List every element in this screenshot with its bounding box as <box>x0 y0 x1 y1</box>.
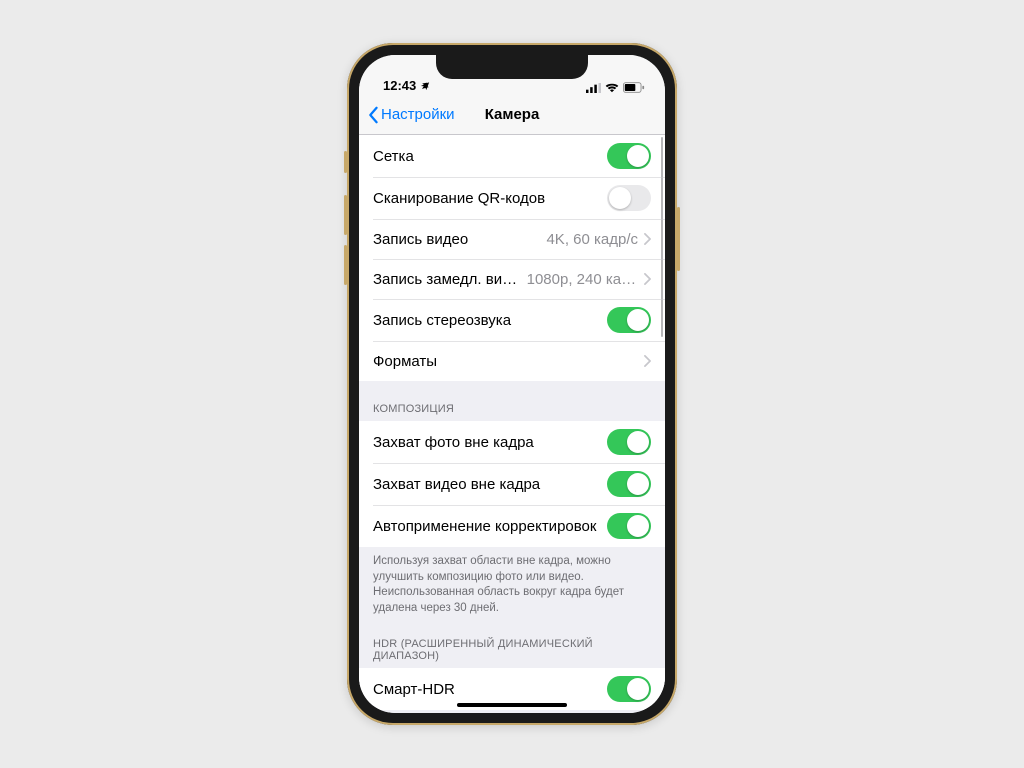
section-header-hdr: HDR (РАСШИРЕННЫЙ ДИНАМИЧЕСКИЙ ДИАПАЗОН) <box>359 620 665 668</box>
section-footer-composition: Используя захват области вне кадра, можн… <box>359 547 665 620</box>
back-button[interactable]: Настройки <box>367 106 455 124</box>
chevron-right-icon <box>644 233 651 245</box>
settings-group-composition: Захват фото вне кадра Захват видео вне к… <box>359 421 665 547</box>
toggle-qr[interactable] <box>607 185 651 211</box>
row-label: Сетка <box>373 148 607 165</box>
back-label: Настройки <box>381 106 455 123</box>
row-formats[interactable]: Форматы <box>359 341 665 381</box>
settings-group-main: Сетка Сканирование QR-кодов Запись видео… <box>359 135 665 381</box>
phone-frame: 12:43 Настройки Камера Сетка <box>347 43 677 725</box>
row-label: Захват видео вне кадра <box>373 476 607 493</box>
row-detail: 1080p, 240 кад… <box>527 271 638 288</box>
row-label: Форматы <box>373 353 638 370</box>
content[interactable]: Сетка Сканирование QR-кодов Запись видео… <box>359 135 665 713</box>
screen: 12:43 Настройки Камера Сетка <box>359 55 665 713</box>
home-indicator[interactable] <box>457 703 567 707</box>
row-capture-video-outside[interactable]: Захват видео вне кадра <box>359 463 665 505</box>
chevron-right-icon <box>644 355 651 367</box>
row-capture-photo-outside[interactable]: Захват фото вне кадра <box>359 421 665 463</box>
volume-down-button <box>344 245 347 285</box>
section-footer-hdr: Смарт-HDR смешивает лучшие фрагменты тре… <box>359 710 665 713</box>
row-detail: 4K, 60 кадр/с <box>546 231 638 248</box>
row-slomo-video[interactable]: Запись замедл. видео 1080p, 240 кад… <box>359 259 665 299</box>
row-grid[interactable]: Сетка <box>359 135 665 177</box>
cellular-icon <box>586 83 601 93</box>
status-time: 12:43 <box>383 78 416 93</box>
power-button <box>677 207 680 271</box>
battery-icon <box>623 82 645 93</box>
row-label: Запись стереозвука <box>373 312 607 329</box>
row-label: Сканирование QR-кодов <box>373 190 607 207</box>
toggle-photo-outside[interactable] <box>607 429 651 455</box>
wifi-icon <box>605 83 619 93</box>
nav-bar: Настройки Камера <box>359 95 665 135</box>
chevron-right-icon <box>644 273 651 285</box>
toggle-video-outside[interactable] <box>607 471 651 497</box>
row-auto-apply[interactable]: Автоприменение корректировок <box>359 505 665 547</box>
notch <box>436 55 588 79</box>
toggle-auto-apply[interactable] <box>607 513 651 539</box>
row-stereo[interactable]: Запись стереозвука <box>359 299 665 341</box>
toggle-grid[interactable] <box>607 143 651 169</box>
toggle-smart-hdr[interactable] <box>607 676 651 702</box>
row-label: Захват фото вне кадра <box>373 434 607 451</box>
row-label: Запись замедл. видео <box>373 271 519 288</box>
chevron-left-icon <box>367 106 379 124</box>
location-icon <box>420 81 430 91</box>
volume-up-button <box>344 195 347 235</box>
row-label: Автоприменение корректировок <box>373 518 607 535</box>
silence-switch <box>344 151 347 173</box>
section-header-composition: КОМПОЗИЦИЯ <box>359 381 665 421</box>
row-record-video[interactable]: Запись видео 4K, 60 кадр/с <box>359 219 665 259</box>
row-label: Смарт-HDR <box>373 681 607 698</box>
row-label: Запись видео <box>373 231 538 248</box>
toggle-stereo[interactable] <box>607 307 651 333</box>
row-qr-scan[interactable]: Сканирование QR-кодов <box>359 177 665 219</box>
